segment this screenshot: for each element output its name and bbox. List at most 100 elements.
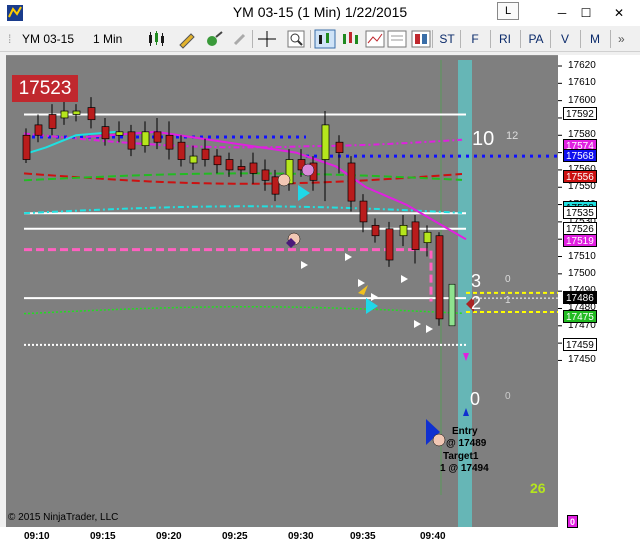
minimize-button[interactable]: ─: [550, 0, 574, 26]
magnet-icon[interactable]: [230, 29, 250, 49]
middle-band-line: [23, 172, 463, 185]
stop-line: [24, 248, 433, 302]
chart-window: YM 03-15 (1 Min) 1/22/2015 L ─ ☐ ✕ ⁞ YM …: [0, 0, 640, 549]
candle-down: [385, 228, 394, 261]
price-tag: 17475: [563, 310, 597, 324]
copyright-text: © 2015 NinjaTrader, LLC: [8, 512, 119, 523]
zoom-icon[interactable]: [286, 29, 306, 49]
time-axis-label: 09:25: [222, 531, 248, 542]
draw-pencil-icon[interactable]: [176, 29, 198, 49]
candle-down: [87, 107, 96, 121]
price-tag: 17592: [563, 107, 597, 121]
st-button[interactable]: ST: [436, 29, 458, 49]
properties-icon[interactable]: [386, 29, 408, 49]
level-2-count: 1: [505, 295, 511, 306]
toolbar-separator: [580, 30, 581, 48]
crosshair-icon[interactable]: [256, 29, 278, 49]
candle-down: [359, 200, 368, 223]
candle-down: [101, 126, 110, 140]
f-button[interactable]: F: [464, 29, 486, 49]
data-box-icon[interactable]: [314, 29, 336, 49]
toolbar-grip-icon: ⁞: [8, 32, 12, 46]
pattern-marker: [301, 163, 315, 177]
toolbar-overflow-icon[interactable]: »: [618, 29, 634, 49]
cyan-signal-icon: [298, 185, 310, 201]
signal-arrow-icon: [371, 293, 378, 301]
target-label: Target1: [443, 451, 479, 462]
candle-down: [213, 155, 222, 166]
yellow-arrow-icon: [358, 285, 368, 295]
pa-button[interactable]: PA: [524, 29, 548, 49]
strategy-icon[interactable]: [204, 29, 226, 49]
price-tag: 17519: [563, 233, 597, 247]
candle-down: [371, 224, 380, 237]
entry-label: Entry: [452, 426, 478, 437]
time-axis-label: 09:10: [24, 531, 50, 542]
chart-trader-icon[interactable]: [410, 29, 432, 49]
title-bar: YM 03-15 (1 Min) 1/22/2015 L ─ ☐ ✕: [0, 0, 640, 26]
candle-down: [165, 134, 174, 150]
level-10-count: 12: [506, 130, 519, 142]
candle-down: [48, 114, 57, 129]
entry-marker: [432, 433, 446, 447]
entry-bar: [448, 283, 456, 327]
candle-up: [115, 131, 124, 136]
time-axis-label: 09:15: [90, 531, 116, 542]
price-tag: 17486: [563, 291, 597, 305]
toolbar-separator: [490, 30, 491, 48]
price-axis-label: 17500: [568, 267, 596, 279]
interval-selector[interactable]: 1 Min: [93, 29, 133, 49]
level-3-label: 3: [471, 271, 482, 291]
level-0-label: 0: [470, 389, 481, 409]
candle-down: [335, 141, 344, 153]
target-price-label: 1 @ 17494: [440, 463, 489, 474]
toolbar-separator: [310, 30, 311, 48]
candle-up: [60, 110, 69, 119]
toolbar-separator: [520, 30, 521, 48]
bar-style-icon[interactable]: [146, 29, 168, 49]
entry-price-label: @ 17489: [446, 438, 487, 449]
price-tag: 17526: [563, 221, 597, 235]
price-axis-label: 17610: [568, 77, 596, 89]
toolbar-separator: [610, 30, 611, 48]
candle-down: [261, 169, 270, 181]
candle-up: [321, 124, 330, 160]
candle-down: [153, 131, 162, 143]
level-10-label: 10: [472, 128, 495, 150]
signal-arrow-icon: [401, 275, 408, 283]
price-axis-label: 17600: [568, 94, 596, 106]
candle-up: [423, 231, 432, 244]
v-button[interactable]: V: [554, 29, 576, 49]
signal-arrow-icon: [414, 320, 421, 328]
level-3-count: 0: [505, 274, 511, 285]
price-tag: 17459: [563, 337, 597, 351]
window-title: YM 03-15 (1 Min) 1/22/2015: [232, 4, 408, 20]
candle-down: [201, 148, 210, 160]
price-tag: 17535: [563, 206, 597, 220]
ri-button[interactable]: RI: [494, 29, 516, 49]
link-button[interactable]: L: [497, 2, 519, 20]
strategies-icon[interactable]: [364, 29, 386, 49]
time-axis-label: 09:35: [350, 531, 376, 542]
close-button[interactable]: ✕: [598, 0, 640, 26]
toolbar-separator: [252, 30, 253, 48]
price-axis-label: 17450: [568, 354, 596, 366]
instrument-selector[interactable]: YM 03-15: [22, 29, 82, 49]
candle-down: [22, 134, 31, 160]
bottom-axis-tag: 0: [567, 515, 578, 528]
candle-down: [237, 166, 246, 171]
candle-up: [72, 110, 81, 115]
cyan-band-line: [23, 205, 463, 215]
maximize-button[interactable]: ☐: [574, 0, 598, 26]
indicators-icon[interactable]: [340, 29, 362, 49]
chart-toolbar: ⁞ YM 03-15 1 Min ST F RI PA V M »: [0, 26, 640, 52]
level-2-label: 2: [471, 293, 482, 313]
price-axis-label: 17510: [568, 250, 596, 262]
toolbar-separator: [460, 30, 461, 48]
candle-down: [34, 124, 43, 136]
candle-down: [127, 131, 136, 150]
candle-down: [177, 141, 186, 160]
bar-count-label: 26: [530, 480, 546, 496]
m-button[interactable]: M: [584, 29, 606, 49]
toolbar-separator: [432, 30, 433, 48]
